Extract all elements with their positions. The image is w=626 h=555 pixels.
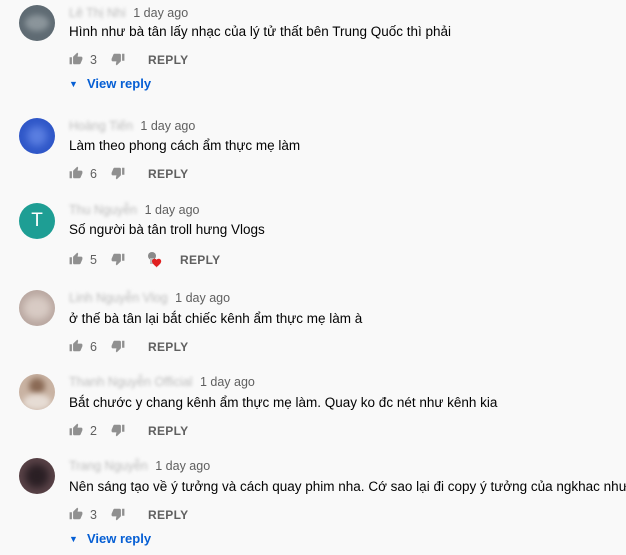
reply-button[interactable]: REPLY	[148, 508, 188, 522]
thumb-up-icon[interactable]	[69, 423, 83, 437]
reply-button[interactable]: REPLY	[148, 340, 188, 354]
thumb-up-icon[interactable]	[69, 339, 83, 353]
author-name[interactable]: Lê Thị Nhi	[69, 6, 126, 20]
reply-button[interactable]: REPLY	[148, 424, 188, 438]
comment-thread: Linh Nguyễn Vlog 1 day ago ở thế bà tân …	[0, 285, 626, 365]
thumb-down-icon[interactable]	[111, 166, 125, 180]
comment-thread: Hoàng Tiến 1 day ago Làm theo phong cách…	[0, 113, 626, 193]
comment-thread: Trang Nguyễn 1 day ago Nên sáng tạo về ý…	[0, 453, 626, 555]
like-count: 6	[90, 340, 97, 354]
triangle-down-icon: ▼	[69, 79, 78, 89]
like-count: 3	[90, 508, 97, 522]
author-name[interactable]: Thu Nguyễn	[69, 203, 137, 217]
comment-text: Bắt chước y chang kênh ẩm thực mẹ làm. Q…	[69, 395, 498, 410]
view-reply-label: View reply	[87, 531, 152, 546]
avatar[interactable]	[19, 374, 55, 410]
reply-button[interactable]: REPLY	[148, 53, 188, 67]
timestamp[interactable]: 1 day ago	[175, 291, 230, 305]
triangle-down-icon: ▼	[69, 534, 78, 544]
comment-text: Nên sáng tạo về ý tưởng và cách quay phi…	[69, 479, 626, 494]
creator-heart-icon	[148, 252, 162, 268]
author-name[interactable]: Thanh Nguyễn Official	[69, 375, 192, 389]
avatar[interactable]	[19, 458, 55, 494]
view-replies-button[interactable]: ▼ View reply	[69, 76, 151, 91]
timestamp[interactable]: 1 day ago	[155, 459, 210, 473]
comment-header: Linh Nguyễn Vlog 1 day ago	[69, 291, 230, 309]
comment-header: Thu Nguyễn 1 day ago	[69, 203, 200, 221]
timestamp[interactable]: 1 day ago	[145, 203, 200, 217]
author-name[interactable]: Hoàng Tiến	[69, 119, 133, 133]
view-replies-button[interactable]: ▼ View reply	[69, 531, 151, 546]
thumb-down-icon[interactable]	[111, 252, 125, 266]
author-name[interactable]: Trang Nguyễn	[69, 459, 148, 473]
comment-header: Thanh Nguyễn Official 1 day ago	[69, 375, 255, 393]
thumb-up-icon[interactable]	[69, 52, 83, 66]
like-count: 6	[90, 167, 97, 181]
avatar[interactable]	[19, 290, 55, 326]
comment-header: Lê Thị Nhi 1 day ago	[69, 6, 188, 24]
like-count: 5	[90, 253, 97, 267]
thumb-up-icon[interactable]	[69, 166, 83, 180]
comment-thread: Thanh Nguyễn Official 1 day ago Bắt chướ…	[0, 369, 626, 449]
reply-button[interactable]: REPLY	[148, 167, 188, 181]
thumb-down-icon[interactable]	[111, 52, 125, 66]
timestamp[interactable]: 1 day ago	[140, 119, 195, 133]
like-count: 3	[90, 53, 97, 67]
thumb-down-icon[interactable]	[111, 507, 125, 521]
avatar[interactable]	[19, 118, 55, 154]
comment-text: Hình như bà tân lấy nhạc của lý tử thất …	[69, 24, 452, 39]
comment-thread: T Thu Nguyễn 1 day ago Số người bà tân t…	[0, 197, 626, 277]
timestamp[interactable]: 1 day ago	[200, 375, 255, 389]
comment-text: ở thế bà tân lại bắt chiếc kênh ẩm thực …	[69, 311, 363, 326]
reply-button[interactable]: REPLY	[180, 253, 220, 267]
comment-header: Hoàng Tiến 1 day ago	[69, 119, 195, 137]
comment-text: Số người bà tân troll hưng Vlogs	[69, 222, 265, 237]
like-count: 2	[90, 424, 97, 438]
thumb-down-icon[interactable]	[111, 423, 125, 437]
avatar[interactable]	[19, 5, 55, 41]
thumb-up-icon[interactable]	[69, 507, 83, 521]
comment-header: Trang Nguyễn 1 day ago	[69, 459, 210, 477]
avatar[interactable]: T	[19, 203, 55, 239]
timestamp[interactable]: 1 day ago	[133, 6, 188, 20]
comment-thread: Lê Thị Nhi 1 day ago Hình như bà tân lấy…	[0, 0, 626, 100]
author-name[interactable]: Linh Nguyễn Vlog	[69, 291, 168, 305]
thumb-up-icon[interactable]	[69, 252, 83, 266]
comment-text: Làm theo phong cách ẩm thực mẹ làm	[69, 138, 301, 153]
view-reply-label: View reply	[87, 76, 152, 91]
thumb-down-icon[interactable]	[111, 339, 125, 353]
